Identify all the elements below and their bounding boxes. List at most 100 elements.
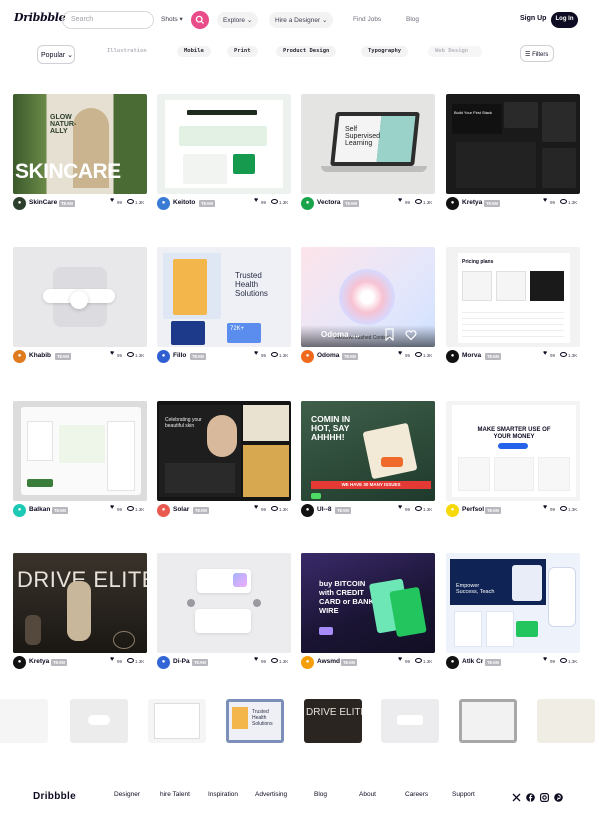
footer-link-inspiration[interactable]: Inspiration	[208, 791, 238, 798]
author-name[interactable]: Kretya	[29, 658, 49, 665]
pinterest-icon[interactable]	[554, 789, 563, 802]
instagram-icon[interactable]	[540, 789, 550, 803]
author-name[interactable]: SkinCare	[29, 199, 57, 206]
heart-icon[interactable]: ♥	[110, 656, 114, 663]
shot-thumbnail[interactable]: Celebrating your beautiful skin	[157, 401, 291, 501]
strip-thumbnail[interactable]	[148, 699, 206, 743]
heart-icon[interactable]	[405, 328, 417, 341]
author-name[interactable]: Awsmd	[317, 658, 340, 665]
strip-thumbnail[interactable]	[537, 699, 595, 743]
heart-icon[interactable]: ♥	[543, 656, 547, 663]
author-name[interactable]: Perfsol	[462, 506, 484, 513]
heart-icon[interactable]: ♥	[398, 504, 402, 511]
nav-blog[interactable]: Blog	[406, 16, 419, 23]
heart-icon[interactable]: ♥	[543, 504, 547, 511]
shot-thumbnail[interactable]: Self Supervised Learning	[301, 94, 435, 194]
footer-link-blog[interactable]: Blog	[314, 791, 327, 798]
heart-icon[interactable]: ♥	[543, 350, 547, 357]
author-avatar[interactable]: ●	[446, 504, 459, 517]
author-name[interactable]: Odoma	[317, 352, 339, 359]
author-name[interactable]: Di-Pa	[173, 658, 190, 665]
category-typography[interactable]: Typography	[361, 46, 409, 57]
filters-button[interactable]: ☰ Filters	[520, 45, 554, 62]
author-name[interactable]: Kretya	[462, 199, 482, 206]
shot-thumbnail[interactable]: Trusted Health Solutions 72K+	[157, 247, 291, 347]
category-illustration[interactable]: Illustration	[100, 46, 154, 57]
shot-thumbnail[interactable]: GLOW NATUR-ALLY SKINCARE	[13, 94, 147, 194]
strip-thumbnail[interactable]: Trusted Health Solutions	[226, 699, 284, 743]
heart-icon[interactable]: ♥	[110, 350, 114, 357]
shot-thumbnail[interactable]: buy BITCOIN with CREDIT CARD or BANK WIR…	[301, 553, 435, 653]
heart-icon[interactable]: ♥	[398, 197, 402, 204]
author-name[interactable]: Keitoto	[173, 199, 195, 206]
category-print[interactable]: Print	[227, 46, 258, 57]
shot-thumbnail[interactable]: Remove Lashed Content Odoma ....	[301, 247, 435, 347]
author-avatar[interactable]: ●	[157, 350, 170, 363]
footer-link-about[interactable]: About	[359, 791, 376, 798]
author-avatar[interactable]: ●	[446, 350, 459, 363]
author-name[interactable]: Balkan	[29, 506, 50, 513]
author-avatar[interactable]: ●	[446, 197, 459, 210]
author-avatar[interactable]: ●	[301, 504, 314, 517]
shot-thumbnail[interactable]: DRIVE ELITE	[13, 553, 147, 653]
heart-icon[interactable]: ♥	[254, 350, 258, 357]
footer-link-careers[interactable]: Careers	[405, 791, 428, 798]
strip-thumbnail[interactable]: DRIVE ELITE	[304, 699, 362, 743]
shot-thumbnail[interactable]: Pricing plans	[446, 247, 580, 347]
author-avatar[interactable]: ●	[13, 350, 26, 363]
author-avatar[interactable]: ●	[446, 656, 459, 669]
heart-icon[interactable]: ♥	[254, 197, 258, 204]
author-avatar[interactable]: ●	[157, 504, 170, 517]
x-icon[interactable]	[512, 789, 521, 802]
shot-thumbnail[interactable]	[13, 247, 147, 347]
shot-thumbnail[interactable]: Build Your First Stack	[446, 94, 580, 194]
strip-thumbnail[interactable]	[70, 699, 128, 743]
nav-hire-designer[interactable]: Hire a Designer ⌄	[269, 12, 334, 28]
search-input[interactable]: Search	[62, 11, 154, 29]
shot-thumbnail[interactable]	[157, 94, 291, 194]
author-name[interactable]: Fillo	[173, 352, 186, 359]
author-name[interactable]: Atlk Cr	[462, 658, 483, 665]
footer-link-advertising[interactable]: Advertising	[255, 791, 287, 798]
shot-thumbnail[interactable]: Empower Success, Teach	[446, 553, 580, 653]
author-name[interactable]: Solar	[173, 506, 189, 513]
sort-dropdown[interactable]: Popular ⌄	[37, 45, 75, 64]
author-name[interactable]: Khabib	[29, 352, 51, 359]
author-avatar[interactable]: ●	[157, 656, 170, 669]
author-avatar[interactable]: ●	[157, 197, 170, 210]
author-avatar[interactable]: ●	[301, 656, 314, 669]
heart-icon[interactable]: ♥	[110, 504, 114, 511]
author-name[interactable]: Vectora	[317, 199, 341, 206]
category-product-design[interactable]: Product Design	[276, 46, 337, 57]
footer-link-support[interactable]: Support	[452, 791, 475, 798]
footer-link-hire-talent[interactable]: hire Talent	[160, 791, 190, 798]
author-avatar[interactable]: ●	[301, 350, 314, 363]
heart-icon[interactable]: ♥	[110, 197, 114, 204]
shot-thumbnail[interactable]: MAKE SMARTER USE OF YOUR MONEY	[446, 401, 580, 501]
footer-link-designer[interactable]: Designer	[114, 791, 140, 798]
nav-find-jobs[interactable]: Find Jobs	[353, 16, 381, 23]
shot-thumbnail[interactable]	[157, 553, 291, 653]
heart-icon[interactable]: ♥	[254, 504, 258, 511]
author-avatar[interactable]: ●	[301, 197, 314, 210]
shot-thumbnail[interactable]: COMIN IN HOT, SAY AHHHH! WE HAVE 30 MANY…	[301, 401, 435, 501]
strip-thumbnail[interactable]	[459, 699, 517, 743]
strip-thumbnail[interactable]	[0, 699, 48, 743]
shot-thumbnail[interactable]	[13, 401, 147, 501]
facebook-icon[interactable]	[526, 789, 535, 802]
category-mobile[interactable]: Mobile	[177, 46, 211, 57]
author-avatar[interactable]: ●	[13, 656, 26, 669]
footer-logo[interactable]: Dribbble	[33, 791, 76, 802]
heart-icon[interactable]: ♥	[398, 350, 402, 357]
dribbble-logo[interactable]: Dribbble	[14, 11, 66, 24]
search-button[interactable]	[191, 11, 209, 29]
category-web-design[interactable]: Web Design	[428, 46, 482, 57]
author-avatar[interactable]: ●	[13, 504, 26, 517]
author-name[interactable]: Morva	[462, 352, 481, 359]
bookmark-icon[interactable]	[384, 328, 395, 342]
heart-icon[interactable]: ♥	[543, 197, 547, 204]
nav-explore[interactable]: Explore ⌄	[217, 12, 259, 28]
login-button[interactable]: Log In	[551, 12, 578, 28]
author-name[interactable]: UI--8	[317, 506, 331, 513]
signup-link[interactable]: Sign Up	[520, 15, 546, 22]
